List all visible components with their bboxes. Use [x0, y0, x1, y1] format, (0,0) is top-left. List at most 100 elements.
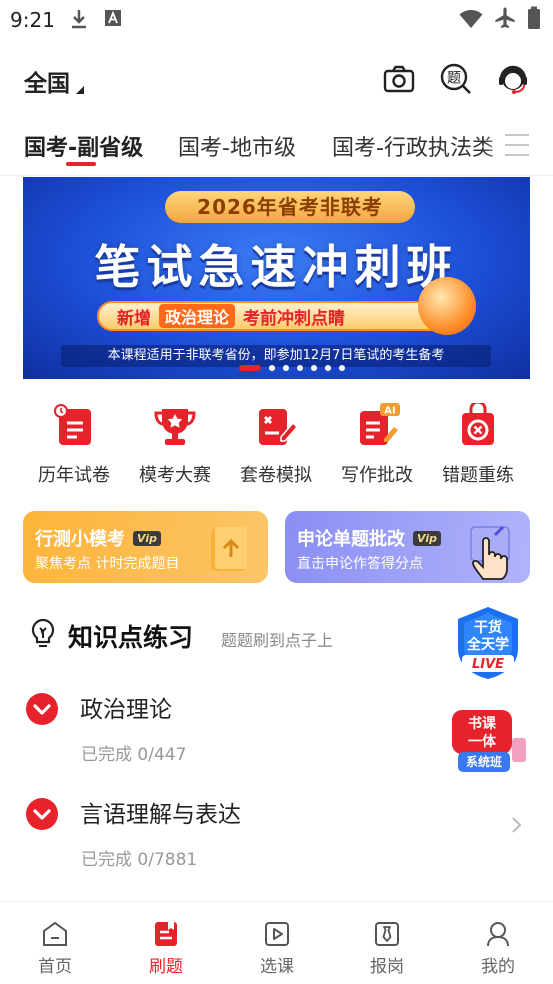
quick-entry-mock-contest[interactable]: 模考大赛 — [125, 403, 225, 487]
trophy-icon — [152, 403, 198, 449]
status-bar: 9:21 — [0, 0, 553, 40]
quick-entry-label: 历年试卷 — [38, 465, 110, 486]
customer-service-icon[interactable] — [496, 62, 530, 96]
quick-entry-row: 历年试卷 模考大赛 套卷模拟 AI 写作批改 错题重练 — [24, 400, 530, 493]
wrong-question-icon — [455, 400, 501, 449]
quick-entry-label: 套卷模拟 — [240, 465, 312, 486]
quick-entry-mock-papers[interactable]: 套卷模拟 — [226, 403, 326, 487]
card-title-row: 申论单题批改 Vip — [297, 525, 441, 551]
banner-dot[interactable] — [239, 365, 261, 371]
promo-banner[interactable]: 2026年省考非联考 笔试急速冲刺班 新增 政治理论 考前冲刺点睛 本课程适用于… — [23, 177, 530, 379]
quick-entry-wrong-questions[interactable]: 错题重练 — [428, 400, 528, 487]
tab-guokao-xingzhengzhifa[interactable]: 国考-行政执法类 — [332, 130, 494, 162]
card-title-row: 行测小模考 Vip — [35, 525, 161, 551]
practice-icon — [152, 920, 180, 948]
knowledge-section-title: 知识点练习 — [30, 618, 193, 654]
knowledge-item-progress: 已完成 0/7881 — [81, 845, 197, 870]
home-icon — [41, 920, 69, 948]
vip-badge: Vip — [133, 530, 161, 546]
hand-tap-icon — [467, 523, 517, 583]
badge-live-line2: 全天学 — [466, 636, 509, 653]
quick-entry-ai-writing[interactable]: AI 写作批改 — [327, 403, 427, 487]
live-course-badge[interactable]: 干货 全天学 LIVE — [452, 605, 524, 681]
banner-strip: 新增 政治理论 考前冲刺点睛 — [97, 301, 449, 331]
knowledge-item-verbal[interactable]: 言语理解与表达 已完成 0/7881 — [24, 795, 530, 875]
vip-badge: Vip — [413, 530, 441, 546]
chevron-right-icon[interactable] — [510, 815, 524, 841]
knowledge-item-politics[interactable]: 政治理论 已完成 0/447 — [24, 690, 530, 770]
nav-label: 首页 — [38, 957, 72, 977]
nav-home[interactable]: 首页 — [15, 920, 95, 977]
expand-chevron-icon[interactable] — [26, 798, 58, 830]
airplane-mode-icon — [493, 6, 517, 34]
banner-dot[interactable] — [269, 365, 275, 371]
progress-label: 已完成 — [81, 745, 132, 765]
download-icon — [70, 9, 88, 33]
play-icon — [263, 920, 291, 948]
banner-dot[interactable] — [339, 365, 345, 371]
ai-writing-icon: AI — [354, 403, 400, 449]
caret-down-icon — [76, 86, 84, 94]
knowledge-title: 知识点练习 — [68, 623, 194, 652]
tab-guokao-dishiji[interactable]: 国考-地市级 — [178, 130, 296, 162]
active-tab-indicator — [66, 162, 96, 166]
status-time: 9:21 — [10, 8, 55, 32]
quick-entry-label: 写作批改 — [341, 465, 413, 486]
card-xingce-mock[interactable]: 行测小模考 Vip 聚焦考点 计时完成题目 — [23, 511, 268, 583]
exam-type-tabs: 国考-副省级 国考-地市级 国考-行政执法类 — [0, 120, 553, 176]
nav-label: 我的 — [481, 957, 515, 977]
banner-dot[interactable] — [297, 365, 303, 371]
svg-text:AI: AI — [384, 406, 395, 417]
region-selector[interactable]: 全国 — [24, 64, 84, 98]
badge-live-line3: LIVE — [472, 657, 504, 672]
progress-value: 0/7881 — [137, 850, 198, 870]
profile-icon — [484, 920, 512, 948]
nav-profile[interactable]: 我的 — [458, 920, 538, 977]
nav-courses[interactable]: 选课 — [237, 920, 317, 977]
quick-entry-label: 错题重练 — [442, 465, 514, 486]
banner-dot[interactable] — [325, 365, 331, 371]
quick-entry-history-papers[interactable]: 历年试卷 — [24, 403, 124, 487]
top-header: 全国 题 — [0, 58, 553, 104]
expand-chevron-icon[interactable] — [26, 693, 58, 725]
progress-value: 0/447 — [137, 745, 187, 765]
mock-paper-icon — [253, 403, 299, 449]
nav-positions[interactable]: 报岗 — [347, 920, 427, 977]
banner-dot[interactable] — [311, 365, 317, 371]
bottom-navigation: 首页 刷题 选课 报岗 我的 — [0, 901, 553, 984]
region-label: 全国 — [24, 71, 70, 97]
knowledge-item-name: 言语理解与表达 — [80, 802, 241, 828]
banner-strip-prefix: 新增 — [117, 308, 151, 329]
wifi-icon — [459, 7, 483, 33]
badge-live-line1: 干货 — [474, 619, 502, 636]
card-title: 行测小模考 — [35, 529, 125, 550]
card-subtitle: 直击申论作答得分点 — [297, 556, 423, 572]
nav-label: 报岗 — [370, 957, 404, 977]
lightbulb-icon — [30, 618, 56, 654]
banner-strip-suffix: 考前冲刺点睛 — [243, 308, 346, 329]
card-shenlun-correction[interactable]: 申论单题批改 Vip 直击申论作答得分点 — [285, 511, 530, 583]
camera-icon[interactable] — [382, 62, 416, 96]
tie-icon — [373, 920, 401, 948]
keyboard-app-icon — [104, 9, 122, 31]
knowledge-subtitle: 题题刷到点子上 — [221, 631, 334, 650]
battery-icon — [527, 6, 541, 34]
rocket-icon — [418, 277, 476, 335]
quick-entry-label: 模考大赛 — [139, 465, 211, 486]
banner-dot[interactable] — [283, 365, 289, 371]
tabs-menu-icon[interactable] — [505, 134, 529, 164]
progress-label: 已完成 — [81, 850, 132, 870]
nav-practice[interactable]: 刷题 — [126, 920, 206, 977]
banner-subtitle: 本课程适用于非联考省份，即参加12月7日笔试的考生备考 — [61, 345, 491, 367]
nav-label: 刷题 — [149, 957, 183, 977]
tab-guokao-fushengji[interactable]: 国考-副省级 — [24, 130, 143, 162]
book-upload-icon — [209, 525, 249, 577]
banner-strip-highlight: 政治理论 — [159, 304, 236, 328]
svg-text:题: 题 — [447, 71, 461, 87]
nav-label: 选课 — [260, 957, 294, 977]
question-search-icon[interactable]: 题 — [439, 62, 473, 96]
banner-pagination — [239, 365, 345, 371]
app-screen: 9:21 全国 题 国考-副省级 国考-地市级 国考-行政执法类 2026年省考… — [0, 0, 553, 984]
card-subtitle: 聚焦考点 计时完成题目 — [35, 556, 180, 572]
knowledge-item-progress: 已完成 0/447 — [81, 740, 186, 765]
